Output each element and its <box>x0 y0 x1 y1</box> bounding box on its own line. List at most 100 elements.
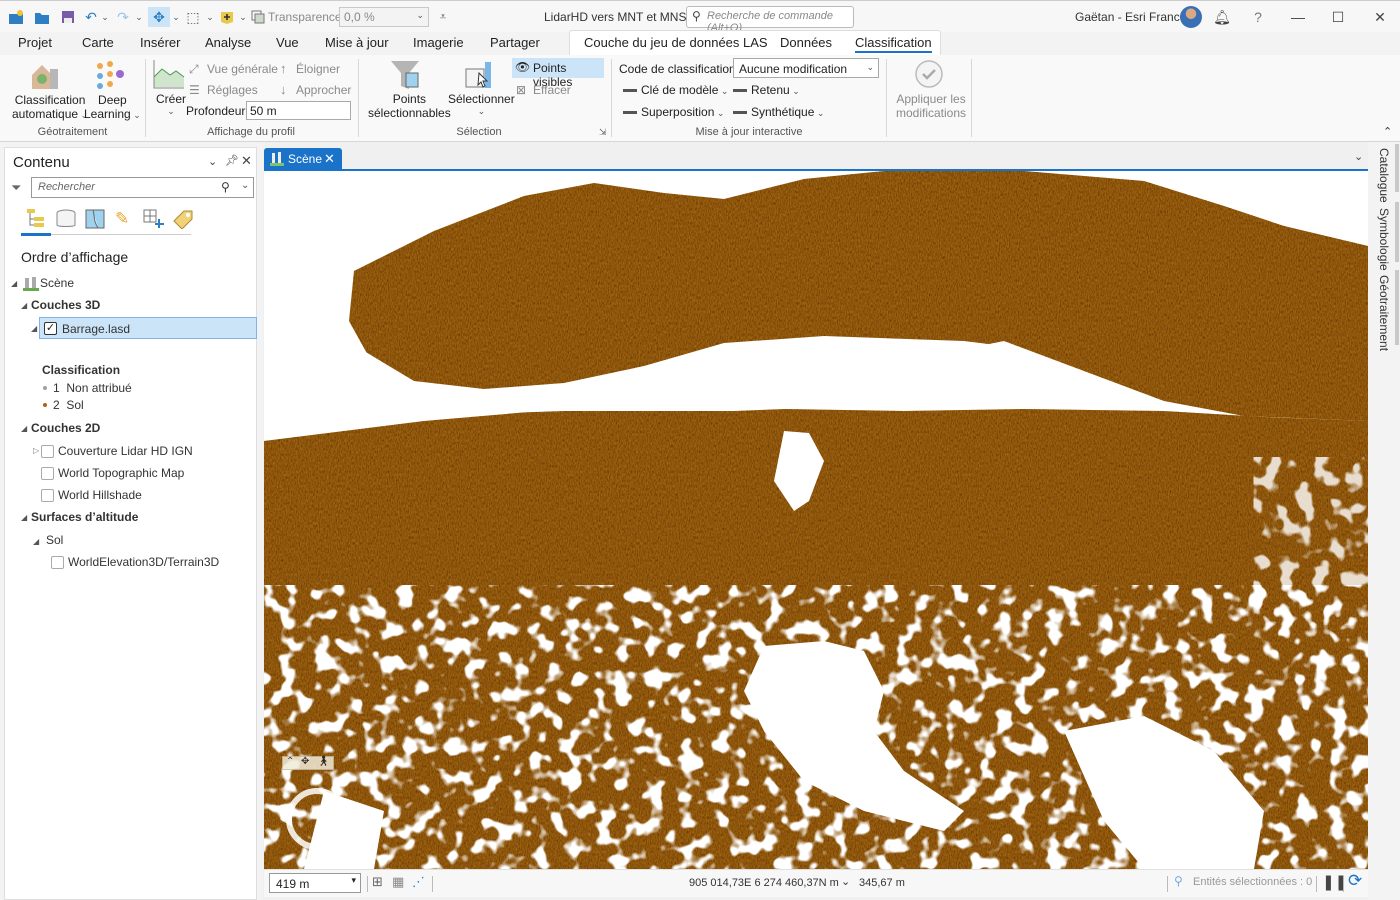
tab-classification[interactable]: Classification <box>855 35 932 53</box>
layer-name[interactable]: WorldElevation3D/Terrain3D <box>68 555 219 569</box>
tree-surfaces-altitude[interactable]: Surfaces d’altitude <box>31 510 138 524</box>
tab-partager[interactable]: Partager <box>490 35 540 50</box>
dock-tab-catalogue[interactable]: Catalogue <box>1377 148 1391 203</box>
view-options-icon[interactable]: ⌄ <box>1354 150 1363 163</box>
tab-inserer[interactable]: Insérer <box>140 35 180 50</box>
redo-icon[interactable]: ↷ <box>114 7 132 27</box>
expand-icon[interactable]: ◢ <box>21 513 27 522</box>
help-icon[interactable]: ? <box>1246 7 1270 27</box>
close-pane-icon[interactable]: ✕ <box>241 153 252 169</box>
layer-name[interactable]: World Topographic Map <box>58 466 184 480</box>
pin-icon[interactable]: 📌︎ <box>225 154 239 167</box>
pan-icon[interactable]: ✥ <box>301 756 309 767</box>
coordinate-format-dropdown-icon[interactable]: ⌄ <box>841 875 850 888</box>
collapse-navigator-icon[interactable]: ⌃ <box>286 756 294 767</box>
explore-navigate-icon[interactable]: ✥ <box>148 7 170 27</box>
select-icon[interactable]: ⬚ <box>183 7 203 27</box>
appliquer-modifications-button[interactable]: Appliquer les modifications <box>896 92 966 120</box>
dock-tab-symbologie[interactable]: Symbologie <box>1377 208 1391 271</box>
pane-options-icon[interactable]: ⌄ <box>208 155 217 168</box>
tab-vue[interactable]: Vue <box>276 35 299 50</box>
expand-icon[interactable]: ◢ <box>31 324 37 333</box>
search-icon[interactable]: ⚲ <box>221 180 230 194</box>
points-selectionnables-button[interactable]: Points sélectionnables <box>368 92 451 120</box>
tab-scene[interactable]: Scène ✕ <box>264 148 342 170</box>
tab-imagerie[interactable]: Imagerie <box>413 35 464 50</box>
tree-sol[interactable]: Sol <box>46 533 63 547</box>
maximize-icon[interactable]: ☐ <box>1326 7 1350 27</box>
eloigner-button[interactable]: Éloigner <box>296 62 340 76</box>
list-by-drawing-order-icon[interactable] <box>25 208 47 231</box>
layer-visibility-checkbox[interactable] <box>41 445 54 458</box>
expand-icon[interactable]: ◢ <box>33 537 39 546</box>
tree-couches-3d[interactable]: Couches 3D <box>31 298 100 312</box>
undo-icon[interactable]: ↶ <box>82 7 100 27</box>
list-by-selection-icon[interactable] <box>85 209 105 232</box>
tree-couches-2d[interactable]: Couches 2D <box>31 421 100 435</box>
list-by-snapping-icon[interactable] <box>143 209 165 232</box>
point-cloud-render[interactable] <box>264 171 1368 869</box>
collapsed-icon[interactable]: ▷ <box>33 446 39 455</box>
customize-toolbar-icon[interactable]: ⩡ <box>436 7 450 27</box>
transparency-select[interactable]: 0,0 % ⌄ <box>339 7 429 27</box>
snapping-icon[interactable]: ⋰ <box>412 874 425 890</box>
table-icon[interactable]: ▦ <box>392 874 404 890</box>
layer-name[interactable]: World Hillshade <box>58 488 142 502</box>
chevron-down-icon[interactable]: ⌄ <box>241 180 249 191</box>
scale-select[interactable]: 419 m ▾ <box>269 873 361 893</box>
new-project-icon[interactable] <box>6 7 26 27</box>
tab-analyse[interactable]: Analyse <box>205 35 251 50</box>
layer-name[interactable]: Couverture Lidar HD IGN <box>58 444 193 458</box>
redo-dropdown-icon[interactable]: ⌄ <box>134 7 144 27</box>
retenu-button[interactable]: Retenu ⌄ <box>751 83 800 97</box>
dialog-launcher-icon[interactable]: ⇲ <box>599 127 607 138</box>
save-project-icon[interactable] <box>58 7 78 27</box>
close-tab-icon[interactable]: ✕ <box>324 151 335 167</box>
profondeur-input[interactable]: 50 m <box>246 101 351 120</box>
contents-search-input[interactable]: Rechercher ⚲ ⌄ <box>31 177 254 198</box>
deep-learning-button[interactable]: Deep Learning ⌄ <box>84 93 141 121</box>
layer-row-barrage[interactable]: ✓ Barrage.lasd <box>39 317 257 339</box>
first-person-icon[interactable]: 🚶︎ <box>317 756 330 767</box>
dock-tab-geotraitement[interactable]: Géotraitement <box>1377 275 1391 351</box>
undo-dropdown-icon[interactable]: ⌄ <box>100 7 110 27</box>
list-by-labeling-icon[interactable] <box>172 209 194 232</box>
expand-icon[interactable]: ◢ <box>21 424 27 433</box>
add-data-icon[interactable] <box>217 7 237 27</box>
close-icon[interactable]: ✕ <box>1368 7 1392 27</box>
tab-mise-a-jour[interactable]: Mise à jour <box>325 35 389 50</box>
expand-icon[interactable]: ◢ <box>11 279 17 288</box>
add-grid-icon[interactable]: ⊞ <box>372 874 383 890</box>
creer-button[interactable]: Créer ⌄ <box>156 92 186 117</box>
effacer-button[interactable]: Effacer <box>533 83 571 97</box>
approcher-button[interactable]: Approcher <box>296 83 351 97</box>
tab-couche-las[interactable]: Couche du jeu de données LAS <box>584 35 768 50</box>
scene-view[interactable]: ⌃ ✥ 🚶︎ <box>264 171 1368 869</box>
synthetique-button[interactable]: Synthétique ⌄ <box>751 105 824 119</box>
reglages-button[interactable]: Réglages <box>207 83 258 97</box>
tab-projet[interactable]: Projet <box>18 35 52 50</box>
zoom-to-selection-icon[interactable]: ⚲ <box>1174 874 1183 888</box>
refresh-icon[interactable]: ⟳ <box>1348 871 1362 891</box>
layer-visibility-checkbox[interactable] <box>51 556 64 569</box>
explore-dropdown-icon[interactable]: ⌄ <box>171 7 181 27</box>
layer-visibility-checkbox[interactable] <box>41 489 54 502</box>
expand-icon[interactable]: ◢ <box>21 301 27 310</box>
points-visibles-button[interactable]: 👁︎ Points visibles <box>512 58 604 89</box>
cle-modele-button[interactable]: Clé de modèle ⌄ <box>641 83 728 97</box>
tab-donnees[interactable]: Données <box>780 35 832 50</box>
list-by-editing-icon[interactable]: ✎ <box>115 209 129 229</box>
tree-scene[interactable]: Scène <box>40 276 74 290</box>
list-by-source-icon[interactable] <box>55 209 77 232</box>
minimize-icon[interactable]: — <box>1286 7 1310 27</box>
avatar[interactable] <box>1180 6 1202 28</box>
navigator-toolbar[interactable]: ⌃ ✥ 🚶︎ <box>282 756 334 770</box>
classification-auto-button[interactable]: Classification automatique ⌄ <box>12 93 88 121</box>
selectionner-button[interactable]: Sélectionner ⌄ <box>448 92 515 117</box>
layer-visibility-checkbox[interactable] <box>41 467 54 480</box>
tab-carte[interactable]: Carte <box>82 35 114 50</box>
collapse-ribbon-icon[interactable]: ⌃ <box>1383 125 1392 138</box>
user-name[interactable]: Gaëtan - Esri France <box>1075 10 1186 24</box>
open-project-icon[interactable] <box>32 7 52 27</box>
select-dropdown-icon[interactable]: ⌄ <box>205 7 215 27</box>
